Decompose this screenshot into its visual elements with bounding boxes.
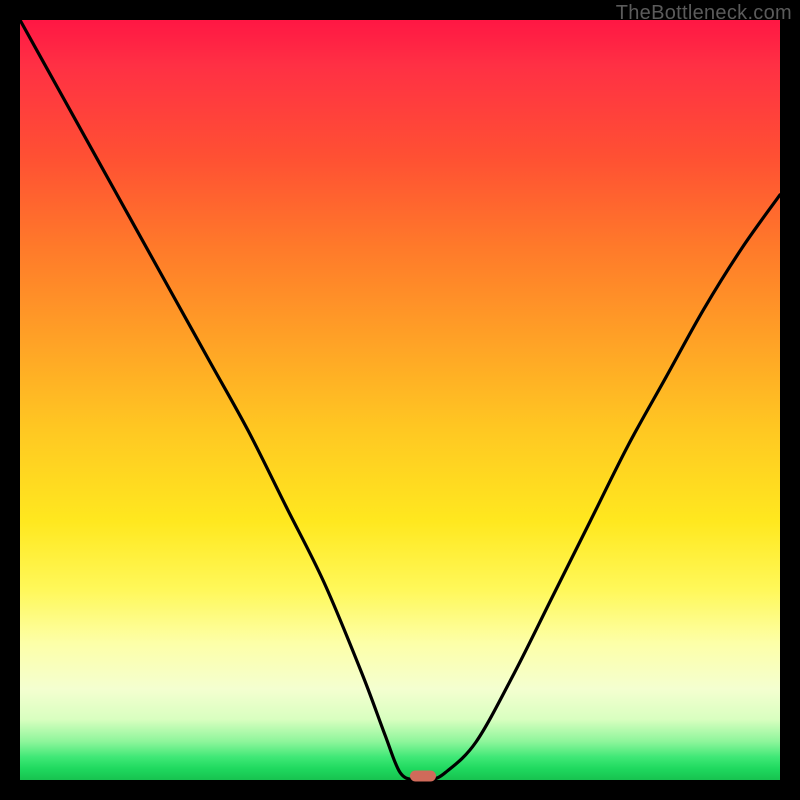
chart-frame: TheBottleneck.com: [0, 0, 800, 800]
optimal-marker: [410, 771, 436, 782]
bottleneck-curve: [20, 20, 780, 780]
curve-svg: [20, 20, 780, 780]
plot-area: [20, 20, 780, 780]
